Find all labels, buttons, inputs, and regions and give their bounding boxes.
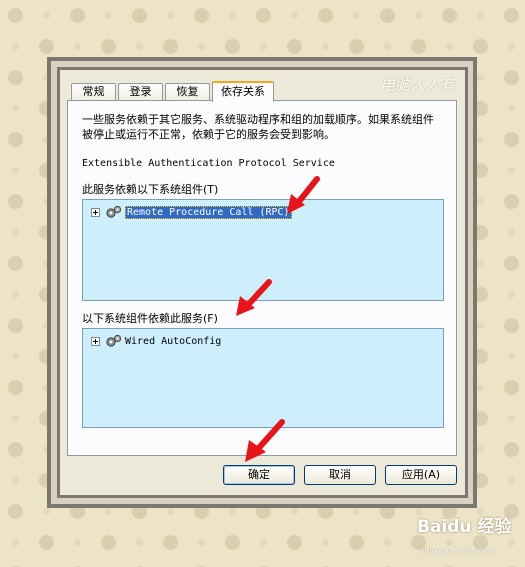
gears-icon [106,334,122,347]
node-label-wired-autoconfig[interactable]: Wired AutoConfig [125,336,221,347]
dependency-description: 一些服务依赖于其它服务、系统驱动程序和组的加载顺序。如果系统组件被停止或运行不正… [82,113,434,141]
node-label-rpc[interactable]: Remote Procedure Call (RPC) [125,205,292,219]
tab-recovery[interactable]: 恢复 [165,83,210,100]
tree-node[interactable]: Wired AutoConfig [91,334,221,348]
baidu-url: jingyan.baidu.com [422,546,496,555]
baidu-logo-text: Baidu 经验 [417,517,512,537]
red-arrow-icon [236,279,272,316]
tab-dependencies[interactable]: 依存关系 [212,81,274,102]
tree-node[interactable]: Remote Procedure Call (RPC) [91,205,292,219]
cancel-button[interactable]: 取消 [304,465,376,485]
tab-general[interactable]: 常规 [71,83,116,100]
red-arrow-icon [245,419,285,462]
expand-plus-icon[interactable] [91,207,100,217]
ok-button[interactable]: 确定 [223,465,295,485]
service-name: Extensible Authentication Protocol Servi… [82,158,335,169]
red-arrow-icon [287,176,320,214]
depends-on-label: 此服务依赖以下系统组件(T) [82,183,219,196]
expand-plus-icon[interactable] [91,336,100,346]
watermark-text: 电脑人人有 [380,76,456,94]
gears-icon [106,205,122,218]
apply-button[interactable]: 应用(A) [385,465,457,485]
tab-logon[interactable]: 登录 [118,83,163,100]
dependents-label: 以下系统组件依赖此服务(F) [82,312,218,325]
dependents-tree[interactable]: Wired AutoConfig [82,328,444,428]
